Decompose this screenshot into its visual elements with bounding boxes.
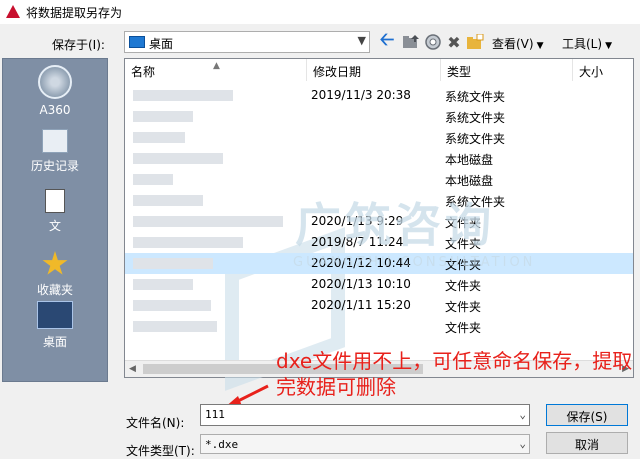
place-favorites[interactable]: 收藏夹 — [3, 251, 107, 298]
desktop-monitor-icon — [37, 301, 73, 329]
a360-cloud-icon — [38, 65, 72, 99]
place-label: 历史记录 — [30, 159, 79, 173]
place-desktop[interactable]: 桌面 — [3, 301, 107, 350]
new-folder-button[interactable] — [464, 31, 486, 53]
column-header-label: 名称 — [131, 65, 156, 79]
row-type: 系统文件夹 — [445, 111, 506, 125]
view-menu-label: 查看(V) — [492, 37, 534, 51]
sort-up-icon: ▲ — [213, 61, 220, 71]
blurred-name — [133, 132, 185, 143]
chevron-down-icon: ▼ — [357, 34, 366, 47]
blurred-name — [133, 195, 203, 206]
blurred-name — [133, 90, 233, 101]
chevron-down-icon: ⌄ — [519, 437, 526, 450]
window-title: 将数据提取另存为 — [26, 6, 123, 20]
blurred-name — [133, 174, 173, 185]
watermark-text: 广筑咨询 — [295, 198, 495, 252]
row-type: 系统文件夹 — [445, 132, 506, 146]
tools-menu[interactable]: 工具(L) ▼ — [562, 35, 612, 52]
save-button[interactable]: 保存(S) — [546, 404, 628, 426]
folder-up-icon — [403, 35, 419, 48]
filename-value: 111 — [205, 408, 225, 421]
search-web-button[interactable] — [422, 31, 444, 53]
chevron-down-icon: ▼ — [536, 41, 544, 51]
chevron-down-icon: ▼ — [605, 41, 612, 51]
desktop-folder-icon — [129, 36, 145, 48]
save-in-label: 保存于(I): — [52, 38, 105, 52]
star-favorites-icon — [42, 251, 68, 275]
annotation-text: dxe文件用不上，可任意命名保存，提取完数据可删除 — [276, 349, 633, 399]
delete-button[interactable]: ✖ — [444, 31, 464, 53]
column-header-label: 大小 — [579, 65, 604, 79]
filename-label: 文件名(N): — [126, 416, 185, 430]
save-in-dropdown[interactable]: 桌面 ▼ — [124, 31, 370, 53]
blurred-name — [133, 321, 217, 332]
filetype-label: 文件类型(T): — [126, 444, 195, 458]
row-type: 本地磁盘 — [445, 174, 494, 188]
row-type: 本地磁盘 — [445, 153, 494, 167]
blurred-name — [133, 279, 193, 290]
table-row[interactable]: 2020/1/13 10:10 文件夹 — [125, 274, 633, 295]
scroll-left-icon: ◀ — [129, 364, 136, 374]
column-header-type[interactable]: 类型 — [441, 59, 573, 81]
place-history[interactable]: 历史记录 — [3, 129, 107, 174]
places-bar: A360 历史记录 文 收藏夹 桌面 — [2, 58, 108, 382]
place-label: A360 — [39, 103, 71, 117]
tools-menu-label: 工具(L) — [562, 37, 603, 51]
table-row[interactable]: 本地磁盘 — [125, 169, 633, 190]
row-type: 文件夹 — [445, 300, 482, 314]
cancel-button[interactable]: 取消 — [546, 432, 628, 454]
blurred-name — [133, 258, 213, 269]
up-folder-button[interactable] — [400, 31, 422, 53]
column-header-label: 修改日期 — [313, 65, 362, 79]
column-header-name[interactable]: 名称 ▲ — [125, 59, 307, 81]
title-bar: 将数据提取另存为 — [0, 0, 640, 24]
document-icon — [45, 189, 65, 213]
row-type: 文件夹 — [445, 321, 482, 335]
back-button[interactable]: 🡠 — [376, 29, 398, 53]
row-type: 系统文件夹 — [445, 90, 506, 104]
column-header-date[interactable]: 修改日期 — [307, 59, 441, 81]
blurred-name — [133, 111, 193, 122]
filetype-dropdown[interactable]: *.dxe ⌄ — [200, 434, 530, 454]
table-row[interactable]: 系统文件夹 — [125, 127, 633, 148]
column-header-size[interactable]: 大小 — [573, 59, 633, 81]
autocad-logo-icon — [6, 5, 20, 18]
watermark-subtext: GUANGZHU CONSULTATION — [293, 255, 536, 270]
blurred-name — [133, 153, 223, 164]
place-documents[interactable]: 文 — [3, 189, 107, 234]
table-row[interactable]: 系统文件夹 — [125, 106, 633, 127]
place-label: 收藏夹 — [36, 283, 73, 297]
delete-x-icon: ✖ — [447, 32, 461, 52]
blurred-name — [133, 237, 243, 248]
new-folder-icon — [467, 34, 484, 49]
file-list[interactable]: 名称 ▲ 修改日期 类型 大小 2019/11/3 20:38 系统文件夹 系统… — [124, 58, 634, 391]
row-date: 2019/11/3 20:38 — [311, 88, 411, 102]
table-row[interactable]: 2020/1/11 15:20 文件夹 — [125, 295, 633, 316]
view-menu[interactable]: 查看(V) ▼ — [492, 35, 544, 52]
place-a360[interactable]: A360 — [3, 65, 107, 117]
row-date: 2020/1/11 15:20 — [311, 298, 411, 312]
table-row[interactable]: 2019/11/3 20:38 系统文件夹 — [125, 85, 633, 106]
table-row[interactable]: 本地磁盘 — [125, 148, 633, 169]
save-in-value: 桌面 — [149, 37, 174, 51]
filetype-value: *.dxe — [205, 438, 239, 451]
table-row[interactable]: 文件夹 — [125, 316, 633, 337]
chevron-down-icon: ⌄ — [519, 408, 526, 421]
place-label: 桌面 — [42, 335, 67, 349]
column-header-label: 类型 — [447, 65, 472, 79]
history-icon — [42, 129, 68, 153]
place-label: 文 — [48, 219, 61, 233]
filename-input[interactable]: 111 ⌄ — [200, 404, 530, 426]
arrow-left-icon: 🡠 — [379, 29, 395, 50]
search-icon — [425, 34, 441, 50]
blurred-name — [133, 300, 211, 311]
row-type: 文件夹 — [445, 279, 482, 293]
blurred-name — [133, 216, 283, 227]
row-date: 2020/1/13 10:10 — [311, 277, 411, 291]
